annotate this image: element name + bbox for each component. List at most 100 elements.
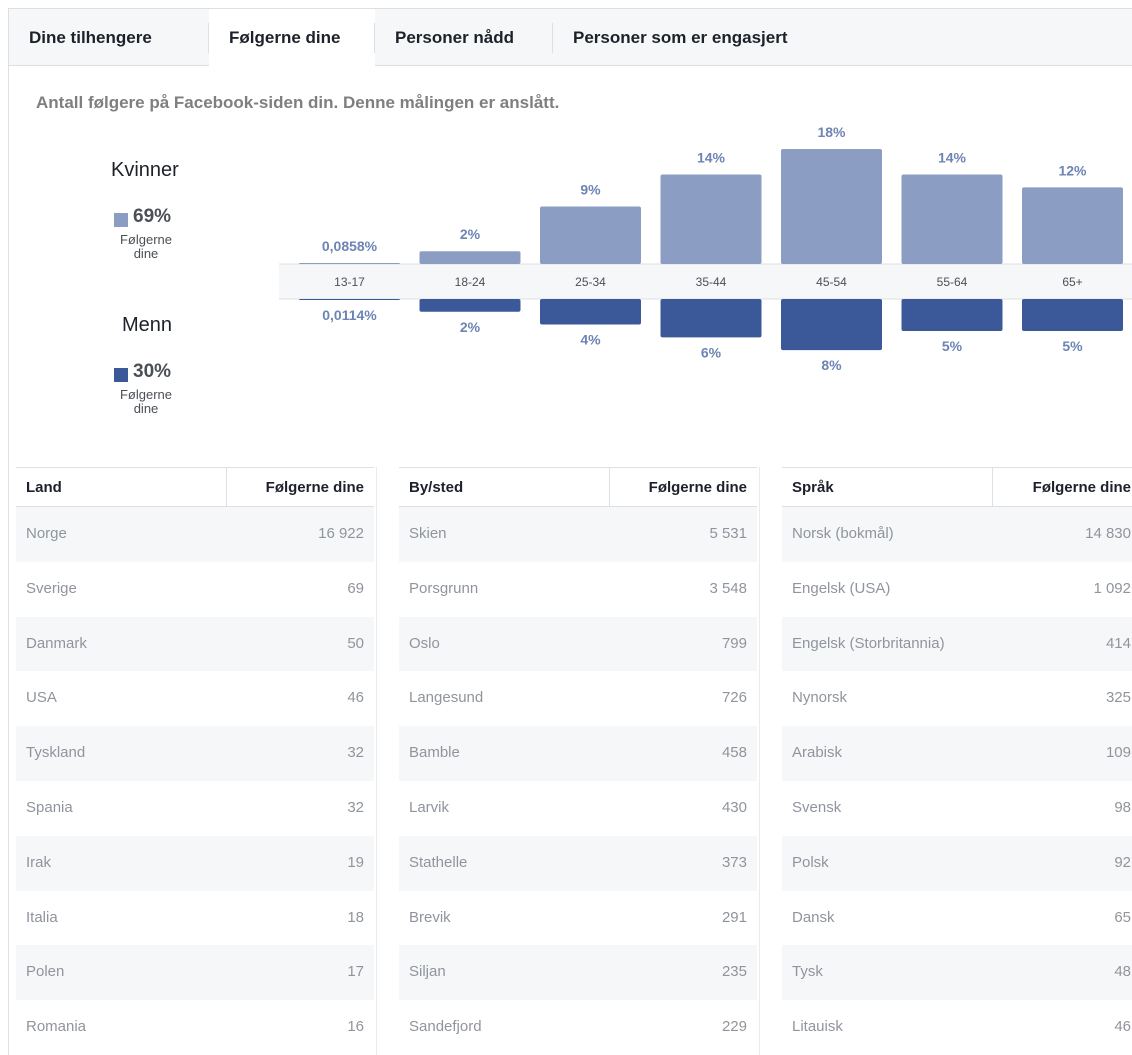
data-label-men: 4% [580,332,601,348]
header-divider [992,468,993,507]
row-label: Sandefjord [409,1018,482,1036]
table-body: Norge 16 922 Sverige 69 Danmark 50 USA 46 Tyskla… [16,507,374,1055]
data-label-men: 5% [942,338,963,354]
bar-men-25-34[interactable] [540,299,641,325]
row-label: Engelsk (USA) [792,579,891,597]
data-label-men: 5% [1062,338,1083,354]
row-value: 16 [347,1018,364,1036]
row-value: 17 [347,963,364,981]
age-tick-label: 18-24 [455,275,486,289]
age-tick-label: 35-44 [696,275,727,289]
table-row: Porsgrunn 3 548 [399,562,757,617]
country-table: Land Følgerne dine Norge 16 922 Sverige 69 D… [16,467,374,1055]
insights-panel: Dine tilhengere Følgerne dine Personer n… [8,8,1132,1055]
row-label: Siljan [409,963,446,981]
data-label-women: 2% [460,226,481,242]
row-label: Romania [26,1018,87,1036]
column-header-language[interactable]: Språk [792,468,834,507]
row-label: Brevik [409,908,451,926]
table-row: Tysk 48 [782,945,1132,1001]
language-table: Språk Følgerne dine Norsk (bokmål) 14 830… [782,467,1132,1055]
column-header-city[interactable]: By/sted [409,468,463,507]
row-label: Porsgrunn [409,579,479,597]
table-header: Land Følgerne dine [16,467,374,507]
column-divider [376,467,377,1055]
bar-women-25-34[interactable] [540,206,641,265]
data-label-women: 14% [938,150,967,166]
data-label-women: 18% [817,124,846,140]
age-tick-label: 13-17 [334,275,365,289]
row-label: Tysk [792,963,823,981]
bar-men-13-17[interactable] [299,299,400,300]
row-label: Svensk [792,798,842,816]
bar-women-13-17[interactable] [299,263,400,264]
row-value: 32 [347,798,364,816]
bar-women-55-64[interactable] [901,174,1003,264]
row-label: Tyskland [26,744,86,762]
age-tick-label: 25-34 [575,275,606,289]
table-row: Siljan 235 [399,945,757,1001]
row-value: 46 [347,689,364,707]
bar-men-18-24[interactable] [419,299,521,312]
row-label: Litauisk [792,1018,843,1036]
row-value: 235 [721,963,747,981]
row-label: Danmark [26,634,87,652]
row-value: 19 [347,853,364,871]
row-label: Engelsk (Storbritannia) [792,634,945,652]
row-label: Skien [409,525,447,542]
age-tick-label: 65+ [1062,275,1082,289]
row-label: Irak [26,853,52,871]
table-header: By/sted Følgerne dine [399,467,757,507]
row-value: 799 [721,634,747,652]
header-divider [609,468,610,507]
bar-women-18-24[interactable] [419,251,521,264]
bar-men-65+[interactable] [1022,299,1123,331]
table-row: Polsk 92 [782,835,1132,891]
data-label-men: 6% [701,344,722,360]
column-divider [759,467,760,1055]
table-row: Dansk 65 [782,891,1132,946]
data-label-women: 0,0858% [322,238,378,254]
table-row: Litauisk 46 [782,1000,1132,1055]
table-header: Språk Følgerne dine [782,467,1132,507]
column-header-followers[interactable]: Følgerne dine [1033,468,1131,507]
row-label: Stathelle [409,853,468,871]
bar-men-55-64[interactable] [901,299,1003,331]
row-value: 92 [1114,853,1131,871]
row-label: Larvik [409,798,450,816]
age-tick-label: 55-64 [937,275,968,289]
row-label: Polsk [792,853,829,871]
table-row: Norge 16 922 [16,507,374,562]
row-value: 5 531 [709,525,747,542]
table-row: Oslo 799 [399,616,757,672]
row-label: Sverige [26,579,77,597]
row-label: Spania [26,798,73,816]
row-value: 50 [347,634,364,652]
bar-men-45-54[interactable] [781,299,882,351]
column-header-country[interactable]: Land [26,468,62,507]
table-row: Langesund 726 [399,671,757,726]
table-row: Arabisk 109 [782,726,1132,781]
row-value: 69 [347,579,364,597]
table-row: Romania 16 [16,1000,374,1055]
row-value: 325 [1105,689,1131,707]
table-row: Irak 19 [16,835,374,891]
data-label-men: 0,0114% [322,307,377,323]
bar-women-65+[interactable] [1022,187,1123,264]
bar-men-35-44[interactable] [660,299,762,338]
column-header-followers[interactable]: Følgerne dine [266,468,364,507]
row-value: 16 922 [318,525,364,542]
row-value: 373 [721,853,747,871]
table-row: Brevik 291 [399,891,757,946]
row-label: Bamble [409,744,460,762]
row-value: 726 [721,689,747,707]
column-header-followers[interactable]: Følgerne dine [649,468,747,507]
row-value: 65 [1114,908,1131,926]
row-value: 98 [1114,798,1131,816]
row-value: 18 [347,908,364,926]
age-gender-chart: 0,0858% 0,0114% 13-17 2% 2% 18-24 9% 4% 25-34 14%… [279,124,1132,373]
table-row: Sverige 69 [16,562,374,617]
table-row: Tyskland 32 [16,726,374,781]
bar-women-35-44[interactable] [660,174,762,264]
bar-women-45-54[interactable] [781,149,882,264]
